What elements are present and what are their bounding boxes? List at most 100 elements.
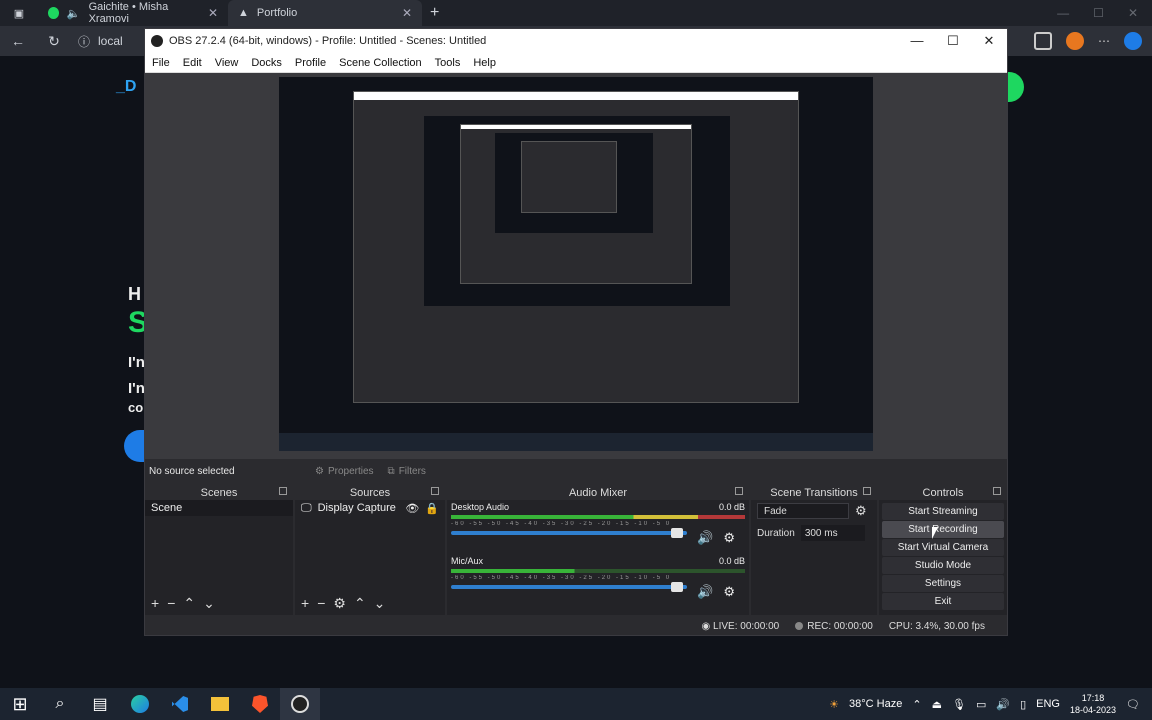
search-icon[interactable]: ⌕ bbox=[40, 688, 80, 720]
scene-item[interactable]: Scene bbox=[145, 500, 293, 516]
menu-tools[interactable]: Tools bbox=[435, 57, 461, 69]
scenes-dock: Scenes Scene + − ⌃ ⌄ bbox=[145, 485, 295, 615]
gear-icon[interactable]: ⚙ bbox=[333, 595, 346, 612]
transition-select[interactable]: Fade bbox=[757, 503, 849, 519]
gear-icon[interactable]: ⚙ bbox=[855, 503, 867, 519]
new-tab-button[interactable]: + bbox=[422, 4, 447, 22]
exit-button[interactable]: Exit bbox=[882, 593, 1004, 610]
menu-edit[interactable]: Edit bbox=[183, 57, 202, 69]
remove-icon[interactable]: − bbox=[317, 595, 325, 611]
move-up-icon[interactable]: ⌃ bbox=[354, 595, 366, 612]
eye-icon[interactable]: 👁 bbox=[405, 502, 419, 515]
volume-slider[interactable] bbox=[451, 528, 687, 538]
start-virtual-camera-button[interactable]: Start Virtual Camera bbox=[882, 539, 1004, 556]
obs-taskbar-icon[interactable] bbox=[280, 688, 320, 720]
speaker-icon[interactable]: 🔊 bbox=[697, 584, 713, 600]
shield-extension-icon[interactable] bbox=[1034, 32, 1052, 50]
usb-icon[interactable]: ⏏ bbox=[932, 698, 942, 711]
task-view-icon[interactable]: ▤ bbox=[80, 688, 120, 720]
address-text: local bbox=[98, 34, 123, 48]
sources-list: 🖵 Display Capture 👁 🔒 bbox=[295, 500, 445, 591]
undock-icon[interactable] bbox=[431, 487, 439, 495]
properties-label: Properties bbox=[327, 465, 374, 477]
speaker-icon[interactable]: 🔈 bbox=[67, 7, 81, 20]
settings-button[interactable]: Settings bbox=[882, 575, 1004, 592]
weather-text[interactable]: 38°C Haze bbox=[849, 698, 902, 710]
speaker-icon[interactable]: 🔊 bbox=[697, 530, 713, 546]
mic-icon[interactable]: 🎙 bbox=[952, 698, 966, 711]
undock-icon[interactable] bbox=[735, 487, 743, 495]
brave-icon[interactable] bbox=[240, 688, 280, 720]
minimize-icon[interactable]: — bbox=[1057, 6, 1069, 20]
edge-icon[interactable] bbox=[120, 688, 160, 720]
gear-icon[interactable]: ⚙ bbox=[723, 530, 735, 546]
windows-start-icon[interactable]: ⊞ bbox=[0, 688, 40, 720]
volume-slider[interactable] bbox=[451, 582, 687, 592]
nested-obs-capture-2 bbox=[460, 124, 692, 284]
menu-file[interactable]: File bbox=[152, 57, 170, 69]
add-icon[interactable]: + bbox=[151, 595, 159, 611]
more-icon[interactable]: ⋯ bbox=[1098, 34, 1110, 48]
chevron-up-icon[interactable]: ⌃ bbox=[912, 698, 921, 711]
brave-rewards-icon[interactable] bbox=[1066, 32, 1084, 50]
undock-icon[interactable] bbox=[279, 487, 287, 495]
close-tab-icon[interactable]: ✕ bbox=[208, 6, 218, 20]
lock-icon[interactable]: 🔒 bbox=[425, 502, 439, 515]
preview-canvas[interactable] bbox=[279, 77, 873, 451]
transition-type-row: Fade ⚙ bbox=[751, 500, 877, 522]
maximize-icon[interactable]: ☐ bbox=[1093, 6, 1104, 20]
move-down-icon[interactable]: ⌄ bbox=[203, 595, 215, 612]
start-streaming-button[interactable]: Start Streaming bbox=[882, 503, 1004, 520]
clock[interactable]: 17:18 18-04-2023 bbox=[1070, 692, 1116, 716]
windows-taskbar: ⊞ ⌕ ▤ ☀ 38°C Haze ⌃ ⏏ 🎙 ▭ 🔊 ▯ ENG 17:18 … bbox=[0, 688, 1152, 720]
tab-portfolio[interactable]: ▲ Portfolio ✕ bbox=[228, 0, 422, 26]
maximize-icon[interactable]: ☐ bbox=[935, 33, 971, 49]
gear-icon[interactable]: ⚙ bbox=[723, 584, 735, 600]
scene-transitions-dock: Scene Transitions Fade ⚙ Duration 300 ms bbox=[751, 485, 879, 615]
duration-value: 300 ms bbox=[804, 527, 838, 539]
reload-icon[interactable]: ↻ bbox=[36, 33, 72, 50]
slider-knob[interactable] bbox=[671, 528, 683, 538]
start-recording-button[interactable]: Start Recording bbox=[882, 521, 1004, 538]
audio-mixer-title: Audio Mixer bbox=[568, 486, 628, 499]
tab-spotify[interactable]: 🔈 Gaichite • Misha Xramovi ✕ bbox=[38, 0, 228, 26]
add-icon[interactable]: + bbox=[301, 595, 309, 611]
network-icon[interactable]: ▭ bbox=[976, 698, 986, 711]
meter-ticks: -60 -55 -50 -45 -40 -35 -30 -25 -20 -15 … bbox=[451, 521, 672, 527]
minimize-icon[interactable]: — bbox=[899, 33, 935, 49]
meter-ticks: -60 -55 -50 -45 -40 -35 -30 -25 -20 -15 … bbox=[451, 575, 672, 581]
volume-icon[interactable]: 🔊 bbox=[996, 698, 1010, 711]
studio-mode-button[interactable]: Studio Mode bbox=[882, 557, 1004, 574]
vscode-icon[interactable] bbox=[160, 688, 200, 720]
close-icon[interactable]: ✕ bbox=[1128, 6, 1138, 20]
battery-icon[interactable]: ▯ bbox=[1020, 698, 1026, 711]
undock-icon[interactable] bbox=[863, 487, 871, 495]
close-icon[interactable]: ✕ bbox=[971, 33, 1007, 49]
notification-icon[interactable]: 🗨 bbox=[1126, 698, 1140, 711]
menu-help[interactable]: Help bbox=[473, 57, 496, 69]
menu-docks[interactable]: Docks bbox=[251, 57, 282, 69]
close-tab-icon[interactable]: ✕ bbox=[402, 6, 412, 20]
duration-input[interactable]: 300 ms bbox=[800, 525, 865, 541]
address-bar[interactable]: ⓘ local bbox=[78, 33, 123, 50]
clock-date: 18-04-2023 bbox=[1069, 705, 1117, 715]
menu-profile[interactable]: Profile bbox=[295, 57, 326, 69]
slider-knob[interactable] bbox=[671, 582, 683, 592]
obs-logo-icon bbox=[151, 35, 163, 47]
bing-icon[interactable] bbox=[1124, 32, 1142, 50]
menu-scene-collection[interactable]: Scene Collection bbox=[339, 57, 422, 69]
properties-button[interactable]: ⚙ Properties bbox=[315, 466, 374, 477]
source-item[interactable]: 🖵 Display Capture 👁 🔒 bbox=[295, 500, 445, 516]
undock-icon[interactable] bbox=[993, 487, 1001, 495]
menu-view[interactable]: View bbox=[215, 57, 239, 69]
tab-actions-button[interactable]: ▣ bbox=[0, 0, 38, 26]
filters-button[interactable]: ⧉ Filters bbox=[388, 466, 426, 477]
back-icon[interactable]: ← bbox=[0, 33, 36, 49]
remove-icon[interactable]: − bbox=[167, 595, 175, 611]
rec-status: REC: 00:00:00 bbox=[795, 621, 873, 632]
move-down-icon[interactable]: ⌄ bbox=[374, 595, 386, 612]
sources-title: Sources bbox=[349, 486, 391, 499]
file-explorer-icon[interactable] bbox=[200, 688, 240, 720]
language-indicator[interactable]: ENG bbox=[1036, 698, 1060, 710]
move-up-icon[interactable]: ⌃ bbox=[183, 595, 195, 612]
